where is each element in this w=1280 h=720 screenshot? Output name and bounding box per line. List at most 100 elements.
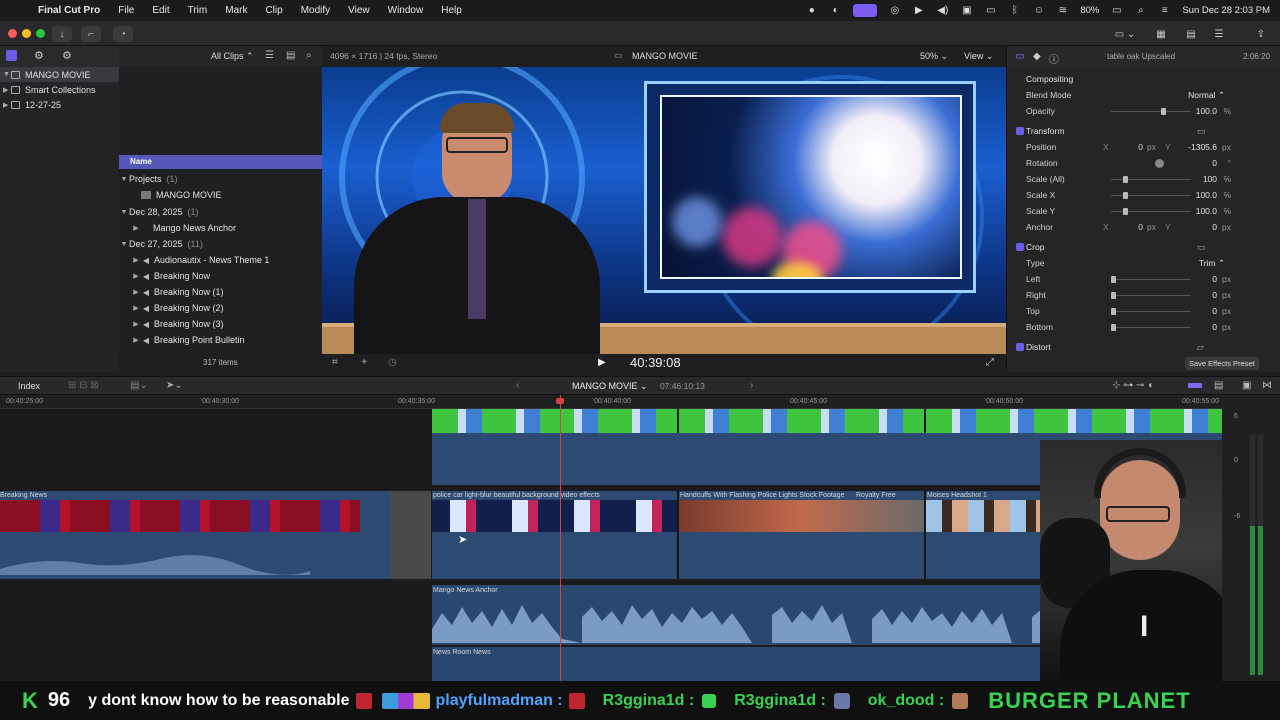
color-inspector-icon[interactable]: ◆ [1033,51,1041,62]
scale-x-slider[interactable] [1111,192,1191,199]
menu-file[interactable]: File [118,5,134,16]
timeline-back-icon[interactable]: ‹ [516,380,519,391]
user-icon[interactable]: ☺ [1032,5,1045,16]
scale-all-slider[interactable] [1111,176,1191,183]
list-item[interactable]: ▶ ◀ Breaking Point Bulletin [119,332,322,348]
timeline-ruler[interactable]: 00:40:25:00 00:40:30:00 00:40:35:00 00:4… [0,395,1222,409]
position-y-field[interactable]: -1305.6 [1188,142,1217,152]
timeline-controls-icon[interactable]: ⊹ ⊶ ⊸ ◖ [1112,380,1153,391]
scale-y-slider[interactable] [1111,208,1191,215]
disclosure-open-icon[interactable]: ▼ [119,209,129,216]
skimming-icon[interactable] [1188,383,1202,388]
timecode-display[interactable]: 40:39:08 [630,355,681,370]
transform-tool-icon[interactable]: ⌗ [332,357,338,368]
libraries-icon[interactable] [6,50,17,61]
menu-view[interactable]: View [348,5,370,16]
crop-right-slider[interactable] [1111,292,1191,299]
disclosure-closed-icon[interactable]: ▶ [131,320,141,328]
opacity-field[interactable]: 100.0 [1196,106,1217,116]
crop-bottom-field[interactable]: 0 [1212,322,1217,332]
disclosure-closed-icon[interactable]: ▶ [131,256,141,264]
green-screen-clip[interactable] [679,409,925,433]
spotlight-search-icon[interactable]: ⌕ [1134,5,1147,16]
disclosure-closed-icon[interactable]: ▶ [131,272,141,280]
opacity-slider[interactable] [1111,108,1191,115]
scale-x-field[interactable]: 100.0 [1196,190,1217,200]
info-inspector-icon[interactable]: ⓘ [1049,51,1059,66]
crop-section[interactable]: Crop ▭ [1007,239,1280,255]
library-item-event[interactable]: ▶ 12-27-25 [0,97,119,112]
save-effects-preset-button[interactable]: Save Effects Preset [1185,357,1259,370]
crop-top-field[interactable]: 0 [1212,306,1217,316]
disclosure-closed-icon[interactable]: ▶ [3,101,11,109]
crop-right-field[interactable]: 0 [1212,290,1217,300]
crop-checkbox[interactable] [1016,243,1024,251]
crop-left-field[interactable]: 0 [1212,274,1217,284]
filmstrip-icon[interactable]: ▤ [286,50,295,61]
list-item[interactable]: ▶ ◀ Breaking Now (1) [119,284,322,300]
status-record-icon[interactable]: ● [805,5,818,16]
menu-edit[interactable]: Edit [152,5,169,16]
crop-type-dropdown[interactable]: Trim ⌃ [1199,258,1225,269]
share-button[interactable]: ⇪ [1252,26,1270,42]
status-app-icon[interactable]: ◐ [829,5,842,16]
search-icon[interactable]: ⌕ [306,50,312,61]
group-dec-27[interactable]: ▼ Dec 27, 2025 (11) [119,236,322,252]
edit-mode-icon[interactable]: ▤⌄ [130,380,148,391]
anchor-x-field[interactable]: 0 [1115,222,1143,232]
disclosure-open-icon[interactable]: ▼ [3,71,11,78]
disclosure-closed-icon[interactable]: ▶ [3,86,11,94]
volume-icon[interactable]: ◀) [936,5,949,16]
scale-all-field[interactable]: 100 [1203,174,1217,184]
disclosure-open-icon[interactable]: ▼ [119,241,129,248]
gap-clip[interactable] [390,491,431,579]
fullscreen-icon[interactable]: ⤢ [986,357,994,368]
green-screen-clip[interactable] [432,409,678,433]
status-play-icon[interactable]: ▶ [912,5,925,16]
photos-audio-icon[interactable]: ⚙ [34,49,44,62]
timeline-forward-icon[interactable]: › [750,380,753,391]
anchor-y-field[interactable]: 0 [1212,222,1217,232]
speed-icon[interactable]: ◷ [388,357,397,368]
list-item[interactable]: ▶ ◀ Audionautix - News Theme 1 [119,252,322,268]
rotation-field[interactable]: 0 [1212,158,1217,168]
name-column-header[interactable]: Name [119,155,322,169]
menu-help[interactable]: Help [441,5,462,16]
battery-icon[interactable]: ▭ [1110,5,1123,16]
distort-onscreen-icon[interactable]: ▱ [1197,342,1204,353]
crop-bottom-slider[interactable] [1111,324,1191,331]
project-name-dropdown[interactable]: MANGO MOVIE ⌄ [572,381,648,392]
keywords-button[interactable]: ⌐ [81,26,101,42]
handcuffs-clip[interactable]: Handcuffs With Flashing Police Lights St… [679,491,925,579]
play-button[interactable]: ▶ [598,357,606,368]
library-item-mango-movie[interactable]: ▼ MANGO MOVIE [0,67,119,82]
menu-modify[interactable]: Modify [301,5,330,16]
clock[interactable]: Sun Dec 28 2:03 PM [1182,5,1270,16]
playhead-line[interactable] [560,395,561,681]
titles-generators-icon[interactable]: ⚙ [62,49,72,62]
display-icon[interactable]: ▭ [984,5,997,16]
crop-top-slider[interactable] [1111,308,1191,315]
scale-y-field[interactable]: 100.0 [1196,206,1217,216]
transform-section[interactable]: Transform ▭ [1007,123,1280,139]
view-dropdown[interactable]: View ⌄ [964,51,993,62]
clip-filter-dropdown[interactable]: All Clips ⌃ [211,51,254,62]
menu-trim[interactable]: Trim [188,5,208,16]
minimize-window-button[interactable] [22,29,31,38]
background-tasks-button[interactable]: ◔ [113,26,133,42]
compositing-section[interactable]: Compositing [1007,71,1280,87]
disclosure-closed-icon[interactable]: ▶ [131,336,141,344]
status-globe-icon[interactable]: ◎ [888,5,901,16]
clip-appearance-timeline-icon[interactable]: ▤ [1214,380,1223,391]
blend-mode-dropdown[interactable]: Normal ⌃ [1188,90,1225,101]
show-inspector-button[interactable]: ☰ [1210,26,1228,42]
workspace-menu-button[interactable]: ▭ ⌄ [1106,26,1144,42]
position-x-field[interactable]: 0 [1115,142,1143,152]
list-item[interactable]: ▶ ◀ Breaking Now (2) [119,300,322,316]
import-button[interactable]: ↓ [52,26,72,42]
zoom-dropdown[interactable]: 50% ⌄ [920,51,948,62]
crop-onscreen-icon[interactable]: ▭ [1197,242,1206,253]
menu-window[interactable]: Window [388,5,424,16]
disclosure-closed-icon[interactable]: ▶ [131,224,141,232]
effects-browser-icon[interactable]: ▣ [1242,380,1251,391]
